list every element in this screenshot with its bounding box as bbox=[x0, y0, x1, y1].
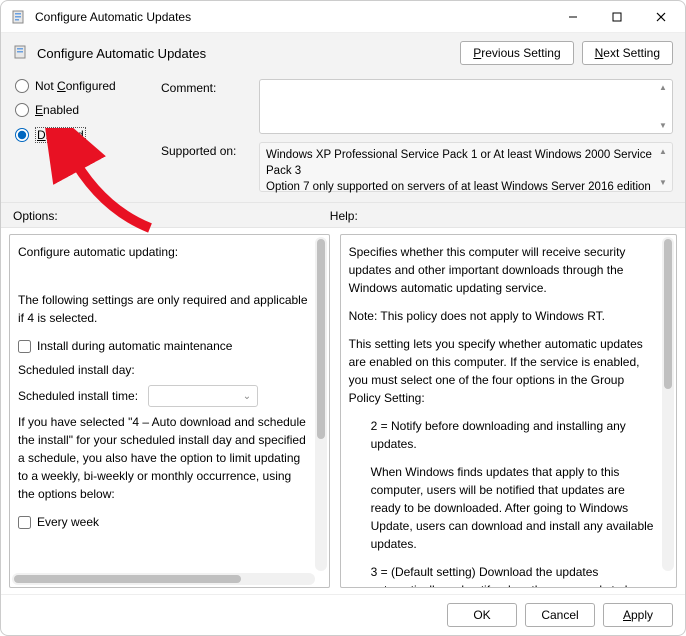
supported-label: Supported on: bbox=[161, 142, 251, 192]
next-setting-button[interactable]: Next Setting bbox=[582, 41, 673, 65]
options-line: Configure automatic updating: bbox=[18, 243, 311, 261]
help-text: Specifies whether this computer will rec… bbox=[349, 243, 658, 297]
header: Configure Automatic Updates Previous Set… bbox=[1, 33, 685, 203]
radio-enabled[interactable]: Enabled bbox=[15, 103, 143, 117]
sched-day-label: Scheduled install day: bbox=[18, 361, 135, 379]
cancel-button[interactable]: Cancel bbox=[525, 603, 595, 627]
supported-on-box: Windows XP Professional Service Pack 1 o… bbox=[259, 142, 673, 192]
maximize-button[interactable] bbox=[595, 2, 639, 32]
sched-time-label: Scheduled install time: bbox=[18, 387, 138, 405]
help-pane: Specifies whether this computer will rec… bbox=[340, 234, 677, 588]
scrollbar-horizontal[interactable] bbox=[12, 573, 315, 585]
scroll-up-icon[interactable]: ▲ bbox=[658, 146, 668, 157]
scroll-down-icon[interactable]: ▼ bbox=[658, 177, 668, 188]
state-radios: Not Configured Enabled Disabled bbox=[13, 79, 143, 192]
minimize-button[interactable] bbox=[551, 2, 595, 32]
close-button[interactable] bbox=[639, 2, 683, 32]
comment-label: Comment: bbox=[161, 79, 251, 134]
options-label: Options: bbox=[13, 209, 330, 223]
help-text: 3 = (Default setting) Download the updat… bbox=[349, 563, 658, 587]
titlebar: Configure Automatic Updates bbox=[1, 1, 685, 33]
sched-time-select[interactable]: ⌄ bbox=[148, 385, 258, 407]
scrollbar-vertical[interactable] bbox=[662, 237, 674, 571]
help-text: 2 = Notify before downloading and instal… bbox=[349, 417, 658, 453]
window-title: Configure Automatic Updates bbox=[35, 10, 551, 24]
panes: Configure automatic updating: The follow… bbox=[1, 228, 685, 594]
comment-input[interactable]: ▲ ▼ bbox=[259, 79, 673, 134]
options-line: The following settings are only required… bbox=[18, 291, 311, 327]
footer: OK Cancel Apply bbox=[1, 594, 685, 635]
ok-button[interactable]: OK bbox=[447, 603, 517, 627]
policy-icon bbox=[11, 9, 27, 25]
page-title: Configure Automatic Updates bbox=[37, 46, 452, 61]
options-line: If you have selected "4 – Auto download … bbox=[18, 413, 311, 503]
options-pane: Configure automatic updating: The follow… bbox=[9, 234, 330, 588]
chk-install-maintenance[interactable]: Install during automatic maintenance bbox=[18, 337, 311, 355]
radio-disabled[interactable]: Disabled bbox=[15, 127, 143, 143]
section-labels: Options: Help: bbox=[1, 203, 685, 228]
apply-button[interactable]: Apply bbox=[603, 603, 673, 627]
supported-on-text: Windows XP Professional Service Pack 1 o… bbox=[266, 149, 655, 193]
help-label: Help: bbox=[330, 209, 358, 223]
help-text: When Windows finds updates that apply to… bbox=[349, 463, 658, 553]
chk-every-week[interactable]: Every week bbox=[18, 513, 311, 531]
scroll-up-icon[interactable]: ▲ bbox=[658, 83, 668, 92]
radio-not-configured[interactable]: Not Configured bbox=[15, 79, 143, 93]
scrollbar-vertical[interactable] bbox=[315, 237, 327, 571]
help-text: This setting lets you specify whether au… bbox=[349, 335, 658, 407]
previous-setting-button[interactable]: Previous Setting bbox=[460, 41, 573, 65]
policy-icon bbox=[13, 44, 29, 63]
scroll-down-icon[interactable]: ▼ bbox=[658, 121, 668, 130]
help-text: Note: This policy does not apply to Wind… bbox=[349, 307, 658, 325]
